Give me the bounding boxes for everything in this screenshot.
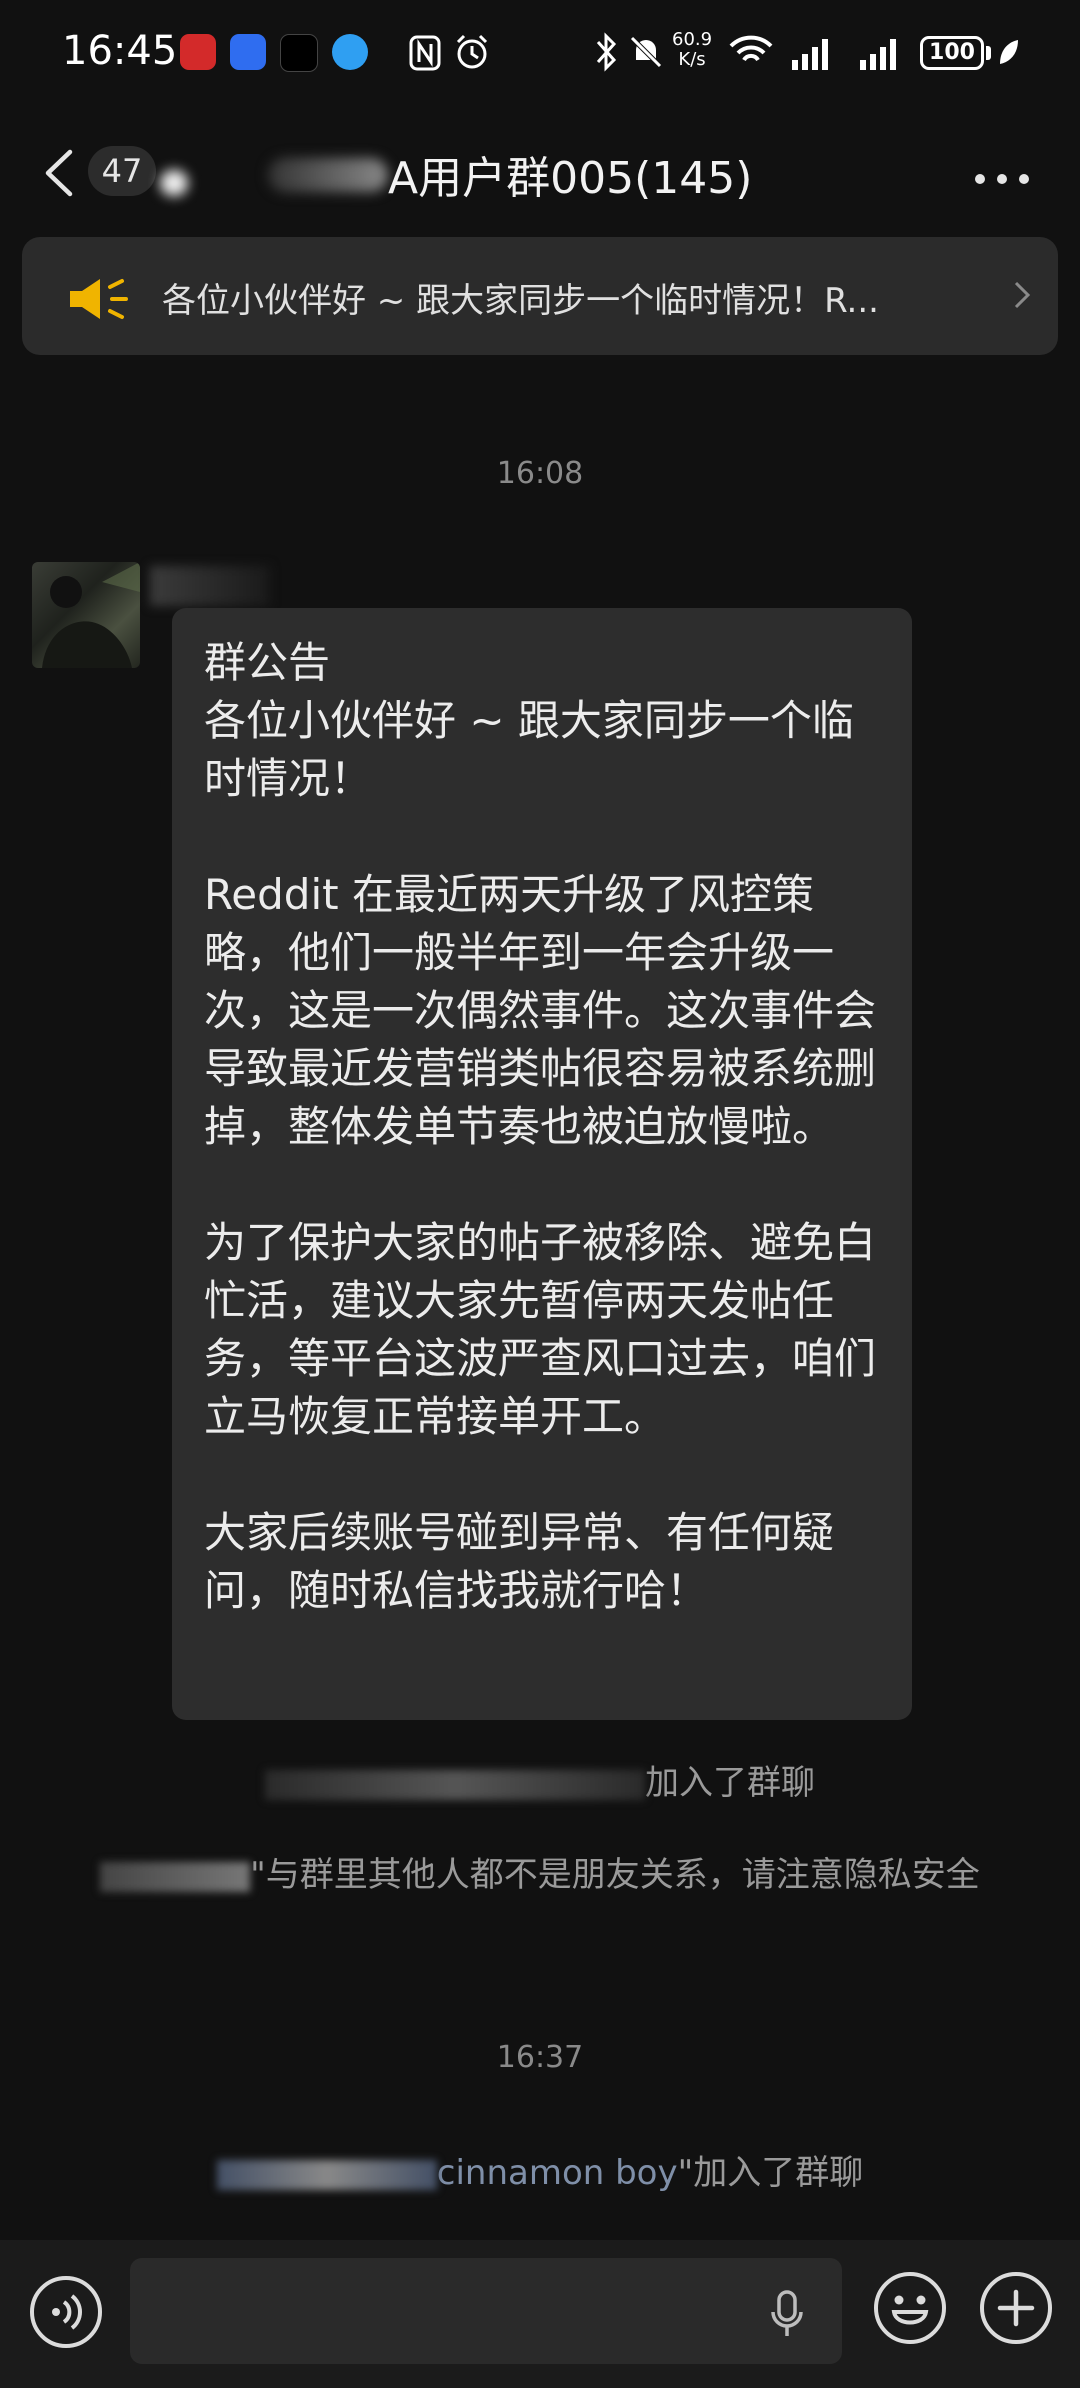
network-speed: 60.9 K/s <box>672 30 712 70</box>
redacted-member-name <box>265 1769 645 1800</box>
network-speed-unit: K/s <box>678 49 706 70</box>
group-title[interactable]: A用户群005(145) <box>388 142 752 206</box>
chat-header: 47 A用户群005(145) <box>0 110 1080 230</box>
signal-icon-1 <box>790 36 836 74</box>
redacted-title-part <box>268 158 388 192</box>
system-message-privacy: "与群里其他人都不是朋友关系，请注意隐私安全 <box>60 1850 1020 1900</box>
member-name[interactable]: cinnamon boy <box>437 2153 678 2193</box>
wifi-icon <box>728 34 774 74</box>
battery-tip <box>986 46 991 60</box>
leaf-icon <box>996 38 1020 72</box>
message-timestamp: 16:08 <box>496 456 584 491</box>
redacted-member-name <box>100 1861 251 1892</box>
chevron-right-icon <box>1012 279 1032 315</box>
announcement-preview: 各位小伙伴好 ~ 跟大家同步一个临时情况！R... <box>162 281 879 321</box>
message-paragraph: 各位小伙伴好 ~ 跟大家同步一个临时情况！ <box>204 696 854 803</box>
tiktok-icon <box>280 34 318 72</box>
network-speed-value: 60.9 <box>672 29 713 50</box>
privacy-notice-text: "与群里其他人都不是朋友关系，请注意隐私安全 <box>250 1855 980 1895</box>
signal-icon-2 <box>858 36 904 74</box>
emoji-icon[interactable] <box>872 2270 948 2350</box>
join-text: 加入了群聊 <box>645 1763 815 1803</box>
group-announcement-banner[interactable]: 各位小伙伴好 ~ 跟大家同步一个临时情况！R... <box>22 237 1058 355</box>
bluetooth-icon <box>592 32 620 76</box>
status-bar: 16:45 60.9 K/s 100 <box>0 0 1080 110</box>
more-options-icon[interactable] <box>974 170 1030 189</box>
bubble-title: 群公告 <box>204 638 331 687</box>
message-paragraph: 为了保护大家的帖子被移除、避免白忙活，建议大家先暂停两天发帖任务，等平台这波严查… <box>204 1218 877 1441</box>
join-text: "加入了群聊 <box>677 2153 864 2193</box>
message-paragraph: 大家后续账号碰到异常、有任何疑问，随时私信找我就行哈！ <box>204 1508 835 1615</box>
mute-bell-icon <box>628 32 664 76</box>
redacted-member-name <box>216 2159 437 2190</box>
redacted-title-part <box>160 170 188 196</box>
battery-indicator: 100 <box>920 36 984 70</box>
message-input-bar <box>0 2240 1080 2388</box>
redacted-sender-name <box>150 566 270 606</box>
voice-app-icon <box>230 34 266 70</box>
avatar[interactable] <box>32 562 140 668</box>
status-time: 16:45 <box>62 28 178 74</box>
system-message-join: 加入了群聊 <box>60 1758 1020 1808</box>
back-arrow-icon[interactable] <box>42 148 76 202</box>
nfc-icon <box>408 34 442 76</box>
unread-count-badge[interactable]: 47 <box>88 146 156 196</box>
message-paragraph: Reddit 在最近两天升级了风控策略，他们一般半年到一年会升级一次，这是一次偶… <box>204 870 877 1151</box>
speaker-icon <box>66 275 132 327</box>
message-input[interactable] <box>130 2258 842 2364</box>
announcement-message-bubble[interactable]: 群公告 各位小伙伴好 ~ 跟大家同步一个临时情况！ Reddit 在最近两天升级… <box>172 608 912 1720</box>
message-timestamp: 16:37 <box>496 2040 584 2075</box>
news-app-icon <box>180 34 216 70</box>
alarm-icon <box>452 32 492 76</box>
browser-app-icon <box>332 34 368 70</box>
voice-mode-icon[interactable] <box>28 2274 104 2354</box>
system-message-join: cinnamon boy"加入了群聊 <box>60 2148 1020 2198</box>
microphone-icon[interactable] <box>770 2290 804 2342</box>
add-attachment-icon[interactable] <box>978 2270 1054 2350</box>
